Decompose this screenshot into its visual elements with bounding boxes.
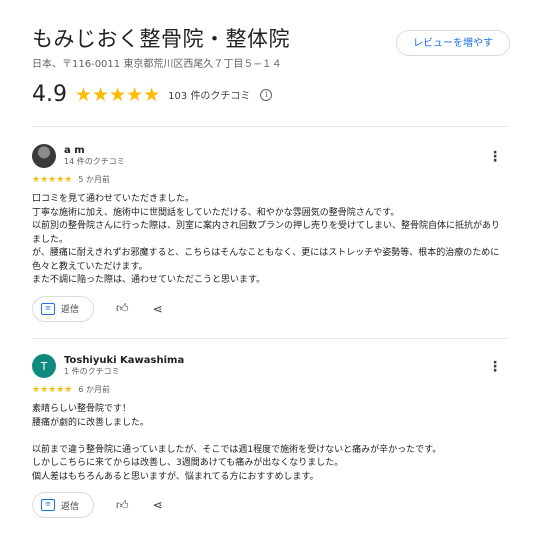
reply-icon: ≡ bbox=[41, 499, 55, 511]
review-card: a m 14 件のクチコミ ⋮ ★★★★★ 5 か月前 口コミを見て通わせていた… bbox=[32, 144, 508, 322]
reviewer-review-count: 14 件のクチコミ bbox=[64, 157, 125, 166]
reply-icon: ≡ bbox=[41, 302, 55, 315]
review-date: 5 か月前 bbox=[78, 175, 110, 184]
reply-button[interactable]: ≡ 返信 bbox=[32, 295, 95, 322]
review-rating-line: ★★★★★ 5 か月前 bbox=[32, 174, 508, 185]
review-rating-line: ★★★★★ 6 か月前 bbox=[32, 384, 508, 395]
place-address: 日本、〒116-0011 東京都荒川区西尾久７丁目５−１４ bbox=[32, 59, 282, 70]
divider bbox=[32, 338, 508, 339]
reviewer-name[interactable]: a m bbox=[64, 145, 125, 157]
thumbs-up-icon[interactable]: 👍︎ bbox=[116, 498, 129, 513]
reply-button[interactable]: ≡ 返信 bbox=[32, 492, 95, 518]
reply-label: 返信 bbox=[61, 305, 80, 315]
review-card: T Toshiyuki Kawashima 1 件のクチコミ ⋮ ★★★★★ 6… bbox=[32, 354, 508, 518]
review-actions: ≡ 返信 👍︎ ⋖ bbox=[32, 295, 508, 322]
review-text: 素晴らしい整骨院です！ 腰痛が劇的に改善しました。 以前まで違う整骨院に通ってい… bbox=[32, 404, 442, 482]
review-date: 6 か月前 bbox=[78, 385, 110, 394]
average-rating: 4.9 bbox=[32, 82, 67, 107]
review-actions: ≡ 返信 👍︎ ⋖ bbox=[32, 492, 508, 518]
reviewer-header: T Toshiyuki Kawashima 1 件のクチコミ bbox=[32, 354, 508, 378]
place-header: もみじおく整骨院・整体院 日本、〒116-0011 東京都荒川区西尾久７丁目５−… bbox=[32, 26, 516, 70]
review-text: 口コミを見て通わせていただきました。 丁寧な施術に加え、施術中に世間話をしていた… bbox=[32, 194, 501, 285]
reply-label: 返信 bbox=[61, 501, 80, 512]
review-stars: ★★★★★ bbox=[32, 174, 73, 185]
review-stars: ★★★★★ bbox=[32, 384, 73, 395]
thumbs-up-icon[interactable]: 👍︎ bbox=[116, 301, 129, 316]
reviewer-header: a m 14 件のクチコミ bbox=[32, 144, 508, 168]
reviewer-review-count: 1 件のクチコミ bbox=[64, 367, 120, 376]
more-options-icon[interactable]: ⋮ bbox=[488, 360, 502, 374]
more-options-icon[interactable]: ⋮ bbox=[488, 150, 502, 164]
review-count[interactable]: 103 件のクチコミ bbox=[168, 87, 250, 102]
share-icon[interactable]: ⋖ bbox=[153, 498, 163, 512]
add-review-button[interactable]: レビューを増やす bbox=[396, 30, 510, 56]
rating-stars: ★★★★★ bbox=[75, 83, 161, 106]
avatar[interactable]: T bbox=[32, 354, 56, 378]
share-icon[interactable]: ⋖ bbox=[153, 302, 163, 316]
avatar[interactable] bbox=[32, 144, 56, 168]
rating-summary: 4.9 ★★★★★ 103 件のクチコミ i bbox=[32, 82, 273, 107]
info-icon[interactable]: i bbox=[260, 88, 273, 101]
reviewer-name[interactable]: Toshiyuki Kawashima bbox=[64, 355, 184, 367]
divider bbox=[32, 126, 508, 127]
